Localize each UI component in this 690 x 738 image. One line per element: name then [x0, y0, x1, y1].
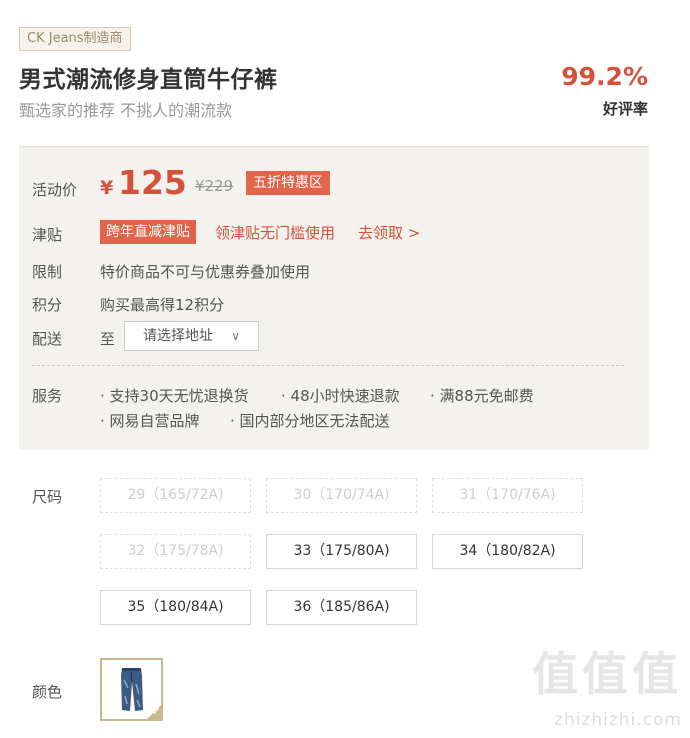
size-option-34[interactable]: 34（180/82A)	[432, 534, 583, 569]
size-option-29: 29（165/72A)	[100, 478, 251, 513]
points-text: 购买最高得12积分	[100, 296, 225, 314]
address-select[interactable]: 请选择地址 ∨	[124, 321, 259, 351]
service-item: · 网易自营品牌	[100, 412, 200, 430]
original-price: ¥229	[195, 177, 234, 195]
price-label: 活动价	[32, 181, 78, 199]
limit-text: 特价商品不可与优惠券叠加使用	[100, 263, 311, 281]
points-label: 积分	[32, 296, 63, 314]
chevron-down-icon: ∨	[231, 329, 240, 343]
size-option-35[interactable]: 35（180/84A)	[100, 590, 251, 625]
size-label: 尺码	[32, 488, 63, 506]
product-title: 男式潮流修身直筒牛仔裤	[19, 67, 278, 93]
divider	[32, 365, 624, 366]
jeans-thumbnail-icon	[121, 668, 143, 711]
size-option-31: 31（170/76A)	[432, 478, 583, 513]
service-item: · 国内部分地区无法配送	[230, 412, 390, 430]
rating-block: 99.2% 好评率	[561, 62, 648, 119]
subsidy-label: 津贴	[32, 226, 63, 244]
shipping-label: 配送	[32, 330, 63, 348]
size-option-30: 30（170/74A)	[266, 478, 417, 513]
service-item: · 48小时快速退款	[281, 387, 400, 405]
services-label: 服务	[32, 387, 63, 405]
get-subsidy-link[interactable]: 去领取 >	[358, 222, 420, 243]
size-option-32: 32（175/78A)	[100, 534, 251, 569]
brand-tag: CK Jeans制造商	[19, 27, 131, 51]
color-label: 颜色	[32, 683, 63, 701]
rating-value: 99.2%	[561, 62, 648, 91]
watermark-url: zhizhizhi.com	[554, 710, 682, 730]
service-item: · 支持30天无忧退换货	[100, 387, 249, 405]
promo-badge[interactable]: 五折特惠区	[246, 171, 330, 195]
price-value: 125	[118, 163, 187, 202]
currency-symbol: ¥	[100, 177, 114, 199]
color-swatch-jeans[interactable]: ✓	[100, 658, 163, 721]
size-option-36[interactable]: 36（185/86A)	[266, 590, 417, 625]
watermark-logo: 值值值	[532, 647, 682, 701]
address-placeholder: 请选择地址	[143, 328, 213, 344]
subsidy-link[interactable]: 领津贴无门槛使用	[215, 222, 335, 243]
product-subtitle: 甄选家的推荐 不挑人的潮流款	[19, 101, 233, 120]
subsidy-badge: 跨年直减津贴	[100, 220, 196, 244]
rating-label: 好评率	[602, 100, 648, 118]
limit-label: 限制	[32, 263, 63, 281]
service-item: · 满88元免邮费	[430, 387, 534, 405]
ship-to-text: 至	[100, 330, 116, 348]
size-option-33[interactable]: 33（175/80A)	[266, 534, 417, 569]
price-panel: 活动价 ¥ 125 ¥229 五折特惠区 津贴 跨年直减津贴 领津贴无门槛使用 …	[19, 146, 649, 450]
